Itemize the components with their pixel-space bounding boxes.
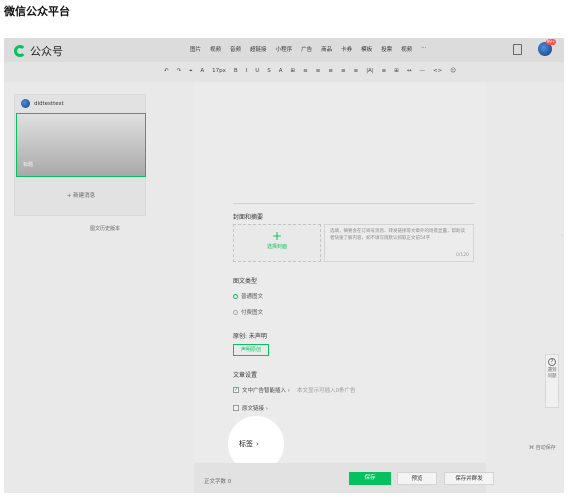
select-cover-button[interactable]: + 选择封面 [233,224,321,262]
underline-icon[interactable]: U [255,68,259,75]
strikethrough-icon[interactable]: S [267,68,271,75]
tag-option[interactable]: 标签 › [239,439,259,449]
emoji-icon[interactable]: ☺ [450,68,456,75]
source-link-option[interactable]: 原文链接 › [233,404,268,412]
preview-button[interactable]: 预览 [397,472,437,485]
font-size-select[interactable]: 17px [212,68,226,75]
checkbox-checked[interactable]: ✓ [233,387,239,393]
save-button[interactable]: 保存 [349,472,391,485]
type-section-title: 图文类型 [233,278,258,285]
settings-section-title: 文章设置 [233,372,258,379]
redo-icon[interactable]: ↷ [177,68,182,75]
clear-format-icon[interactable]: A [200,68,204,75]
origin-status: 原创: 未声明 [233,333,267,340]
type-normal-label: 普通图文 [241,294,264,300]
notification-badge: 99+ [546,39,556,45]
ordered-list-icon[interactable]: ≡ [382,68,387,75]
menu-item-vote[interactable]: 投票 [381,45,392,53]
bold-icon[interactable]: B [234,68,238,75]
article-list-panel: didtesttest 标题 + 新建消息 [14,94,146,216]
background-color-icon[interactable]: ⊞ [291,68,296,75]
menu-item-image[interactable]: 图片 [190,45,201,53]
chevron-right-icon: › [256,440,259,448]
cover-section-title: 封面和摘要 [233,214,264,221]
account-avatar [21,99,30,108]
italic-icon[interactable]: I [246,68,248,75]
menu-item-template[interactable]: 模板 [361,45,372,53]
page-title: 微信公众平台 [4,5,70,18]
indent-icon[interactable]: ≡ [316,68,321,75]
type-normal-option[interactable]: 普通图文 [233,292,263,300]
menu-item-audio[interactable]: 音频 [230,45,241,53]
divider-icon[interactable]: — [420,68,426,75]
letter-spacing-icon[interactable]: |A| [366,68,373,75]
document-icon[interactable] [513,44,522,55]
article-cover-card[interactable]: 标题 [16,113,146,177]
menu-item-miniprogram[interactable]: 小程序 [276,45,293,53]
account-name: didtesttest [34,100,64,107]
menu-item-channels[interactable]: 视频 [401,45,412,53]
type-paid-option[interactable]: 付费图文 [233,308,263,316]
select-cover-label: 选择封面 [266,244,287,250]
new-message-button[interactable]: + 新建消息 [15,191,147,199]
line-height-icon[interactable]: ≡ [328,68,333,75]
summary-placeholder: 选填，摘要会在订阅号消息、转发链接等文章外的场景显露，帮助读者快速了解内容，如不… [330,229,465,241]
format-buttons: ↶ ↷ ⌖ A 17px B I U S A ⊞ ≡ ≡ ≡ ≡ ≡ |A| ≡… [164,68,456,75]
auto-save-status: ⌘ 自动保存 [529,445,556,451]
format-brush-icon[interactable]: ⌖ [189,68,192,75]
menu-item-more[interactable]: ··· [421,45,426,53]
type-paid-label: 付费图文 [241,310,264,316]
ad-insert-option[interactable]: ✓ 文中广告智能插入 › 本文显示可插入0条广告 [233,386,355,394]
summary-counter: 0/120 [456,253,469,258]
help-text: 遇到问题 [547,368,557,379]
bottom-action-bar [194,463,486,493]
word-count: 正文字数 0 [204,479,232,485]
declare-original-button[interactable]: 声明原创 [233,344,269,356]
font-color-icon[interactable]: A [279,68,283,75]
wechat-logo-icon [14,45,26,57]
tag-label: 标签 [239,440,253,448]
plus-icon: + [271,229,283,243]
editor-divider [233,203,475,204]
insert-menu: 图片 视频 音频 超链接 小程序 广告 商品 卡券 模板 投票 视频 ··· [190,45,426,53]
radio-selected[interactable] [233,293,238,299]
source-link-label: 原文链接 › [242,406,268,412]
undo-icon[interactable]: ↶ [164,68,169,75]
side-scroll-handle[interactable]: ‹ [561,233,563,239]
history-versions-link[interactable]: 图文历史版本 [90,225,120,232]
menu-item-coupon[interactable]: 卡券 [341,45,352,53]
account-row: didtesttest [21,99,64,108]
menu-item-product[interactable]: 商品 [321,45,332,53]
app-logo[interactable]: 公众号 [14,43,63,59]
ad-insert-note: 本文显示可插入0条广告 [296,388,356,394]
checkbox-unchecked[interactable] [233,405,239,411]
align-left-icon[interactable]: ≡ [303,68,308,75]
list-icon[interactable]: ≡ [354,68,359,75]
app-name: 公众号 [30,45,63,58]
ad-insert-label: 文中广告智能插入 › [242,388,290,394]
cover-card-caption: 标题 [23,162,34,168]
top-bar: 公众号 图片 视频 音频 超链接 小程序 广告 商品 卡券 模板 投票 视频 ·… [4,38,564,62]
paragraph-spacing-icon[interactable]: ≡ [341,68,346,75]
horizontal-arrows-icon[interactable]: ↔ [407,68,412,75]
table-icon[interactable]: ⊞ [394,68,399,75]
screenshot-area: 公众号 图片 视频 音频 超链接 小程序 广告 商品 卡券 模板 投票 视频 ·… [4,38,564,493]
radio-unselected[interactable] [233,309,238,315]
summary-textarea[interactable]: 选填，摘要会在订阅号消息、转发链接等文章外的场景显露，帮助读者快速了解内容，如不… [324,224,474,262]
help-float-button[interactable]: ? 遇到问题 [545,354,559,408]
save-and-publish-button[interactable]: 保存并群发 [444,472,494,485]
question-icon: ? [548,358,556,366]
menu-item-ad[interactable]: 广告 [301,45,312,53]
menu-item-link[interactable]: 超链接 [250,45,267,53]
menu-item-video[interactable]: 视频 [210,45,221,53]
code-icon[interactable]: <> [433,68,442,75]
format-toolbar: ↶ ↷ ⌖ A 17px B I U S A ⊞ ≡ ≡ ≡ ≡ ≡ |A| ≡… [4,62,564,82]
